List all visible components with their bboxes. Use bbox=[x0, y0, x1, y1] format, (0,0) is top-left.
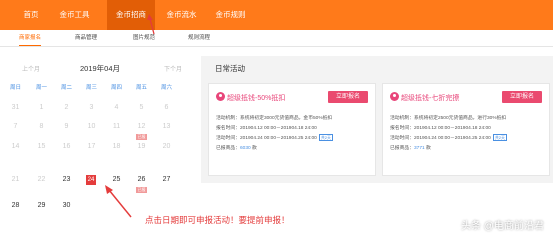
annotation-arrows bbox=[105, 14, 155, 218]
annotation-text: 点击日期即可申报活动！要提前申报！ bbox=[145, 215, 290, 225]
arrow-to-nav bbox=[149, 18, 155, 35]
arrow-to-date bbox=[108, 189, 132, 218]
arrow-head-nav bbox=[147, 14, 153, 20]
watermark: 头条 @电商前沿君 bbox=[461, 221, 544, 232]
